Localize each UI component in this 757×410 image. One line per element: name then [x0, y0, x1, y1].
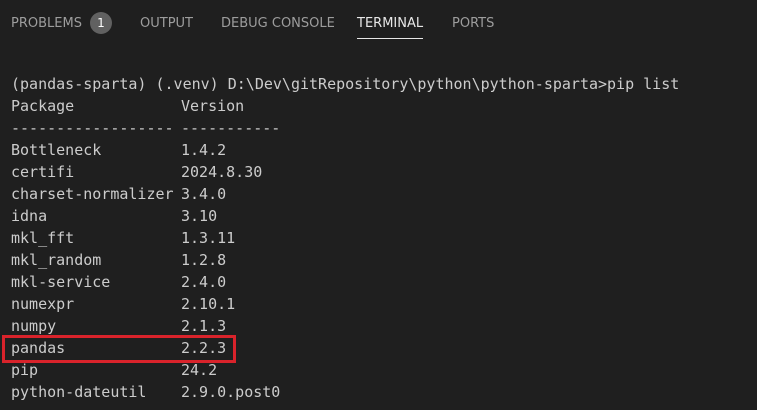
highlight-box [2, 335, 236, 363]
package-version: 1.2.8 [181, 251, 227, 269]
package-name: idna [11, 207, 48, 225]
header-package: Package [11, 97, 75, 115]
package-row: mkl_random 1.2.8 [11, 249, 226, 271]
package-row: python-dateutil 2.9.0.post0 [11, 381, 280, 403]
pip-list-header: Package Version [11, 95, 244, 117]
package-version: 1.3.11 [181, 229, 236, 247]
package-version: 3.10 [181, 207, 218, 225]
package-version: 1.4.2 [181, 141, 227, 159]
package-row: mkl_fft 1.3.11 [11, 227, 235, 249]
package-name: mkl-service [11, 273, 111, 291]
package-version: 2024.8.30 [181, 163, 263, 181]
package-row: mkl-service 2.4.0 [11, 271, 226, 293]
package-version: 2.1.3 [181, 317, 227, 335]
package-name: Bottleneck [11, 141, 102, 159]
header-version: Version [181, 97, 245, 115]
package-name: python-dateutil [11, 383, 147, 401]
package-name: charset-normalizer [11, 185, 174, 203]
package-version: 3.4.0 [181, 185, 227, 203]
package-name: numexpr [11, 295, 75, 313]
package-name: mkl_random [11, 251, 102, 269]
package-name: mkl_fft [11, 229, 75, 247]
package-version: 2.9.0.post0 [181, 383, 281, 401]
package-version: 2.10.1 [181, 295, 236, 313]
terminal-prompt-line: (pandas-sparta) (.venv) D:\Dev\gitReposi… [11, 75, 680, 93]
separator-package: ------------------ [11, 119, 174, 137]
package-row: certifi 2024.8.30 [11, 161, 262, 183]
pip-list-separator: ------------------ ----------- [11, 117, 280, 139]
package-row: Bottleneck 1.4.2 [11, 139, 226, 161]
package-version: 2.4.0 [181, 273, 227, 291]
package-name: numpy [11, 317, 57, 335]
package-row: charset-normalizer 3.4.0 [11, 183, 226, 205]
separator-version: ----------- [181, 119, 281, 137]
package-row: numpy 2.1.3 [11, 315, 226, 337]
terminal-panel: PROBLEMS 1 OUTPUT DEBUG CONSOLE TERMINAL… [0, 0, 757, 410]
package-row: idna 3.10 [11, 205, 217, 227]
package-row: numexpr 2.10.1 [11, 293, 235, 315]
package-name: certifi [11, 163, 75, 181]
